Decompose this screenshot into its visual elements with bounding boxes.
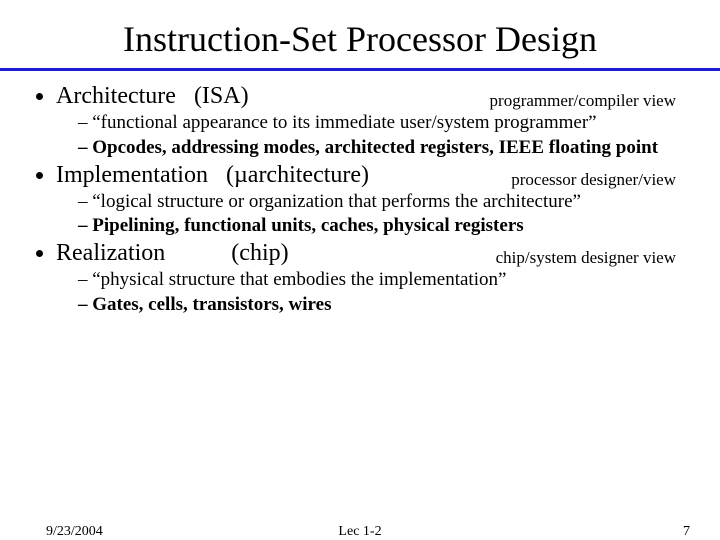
sub-list: “logical structure or organization that … (56, 191, 690, 239)
sub-item: “logical structure or organization that … (78, 191, 690, 214)
sub-item: “physical structure that embodies the im… (78, 269, 690, 292)
section-view: programmer/compiler view (490, 91, 676, 111)
sub-text: “functional appearance to its immediate … (92, 112, 596, 133)
section-view: chip/system designer view (496, 248, 676, 268)
footer-lecture: Lec 1-2 (0, 524, 720, 540)
section-paren: (ISA) (194, 83, 249, 110)
section-realization: Realization (chip) chip/system designer … (56, 240, 690, 317)
sub-item: Opcodes, addressing modes, architected r… (78, 137, 690, 160)
heading-line: Architecture (ISA) programmer/compiler v… (56, 83, 676, 110)
sub-text: Gates, cells, transistors, wires (92, 294, 331, 315)
sub-text: Pipelining, functional units, caches, ph… (92, 215, 523, 236)
section-architecture: Architecture (ISA) programmer/compiler v… (56, 83, 690, 160)
sub-list: “physical structure that embodies the im… (56, 269, 690, 317)
section-label: Implementation (56, 162, 208, 189)
section-label: Architecture (56, 83, 176, 110)
slide-title: Instruction-Set Processor Design (30, 18, 690, 66)
sub-text: “logical structure or organization that … (92, 191, 581, 212)
sub-text: Opcodes, addressing modes, architected r… (92, 137, 658, 158)
heading-line: Implementation (µarchitecture) processor… (56, 162, 676, 189)
section-paren: (µarchitecture) (226, 162, 369, 189)
section-view: processor designer/view (511, 170, 676, 190)
sub-item: Gates, cells, transistors, wires (78, 294, 690, 317)
slide: Instruction-Set Processor Design Archite… (0, 0, 720, 540)
sub-item: Pipelining, functional units, caches, ph… (78, 215, 690, 238)
title-underline (0, 68, 720, 71)
bullet-list: Architecture (ISA) programmer/compiler v… (30, 83, 690, 317)
section-paren: (chip) (231, 240, 288, 267)
section-label: Realization (56, 240, 165, 267)
sub-text: “physical structure that embodies the im… (92, 269, 506, 290)
sub-item: “functional appearance to its immediate … (78, 112, 690, 135)
section-implementation: Implementation (µarchitecture) processor… (56, 162, 690, 239)
sub-list: “functional appearance to its immediate … (56, 112, 690, 160)
heading-line: Realization (chip) chip/system designer … (56, 240, 676, 267)
footer-page-number: 7 (683, 524, 690, 540)
